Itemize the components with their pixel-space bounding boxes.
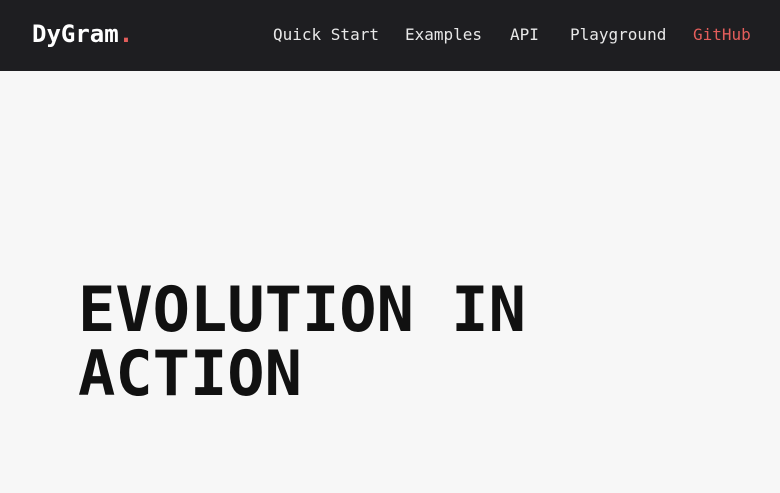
- nav-link-examples[interactable]: Examples: [405, 25, 482, 45]
- logo-dot: .: [118, 20, 134, 48]
- site-logo[interactable]: DyGram.: [32, 19, 133, 49]
- top-navbar: DyGram. Quick Start Examples API Playgro…: [0, 0, 780, 71]
- nav-link-github[interactable]: GitHub: [693, 25, 751, 45]
- nav-link-playground[interactable]: Playground: [570, 25, 666, 45]
- hero-heading: EVOLUTION IN ACTION: [78, 278, 526, 406]
- nav-link-quick-start[interactable]: Quick Start: [273, 25, 379, 45]
- logo-text: DyGram: [32, 20, 119, 48]
- nav-link-api[interactable]: API: [510, 25, 539, 45]
- hero-heading-line-2: ACTION: [78, 337, 302, 410]
- hero-heading-line-1: EVOLUTION IN: [78, 273, 526, 346]
